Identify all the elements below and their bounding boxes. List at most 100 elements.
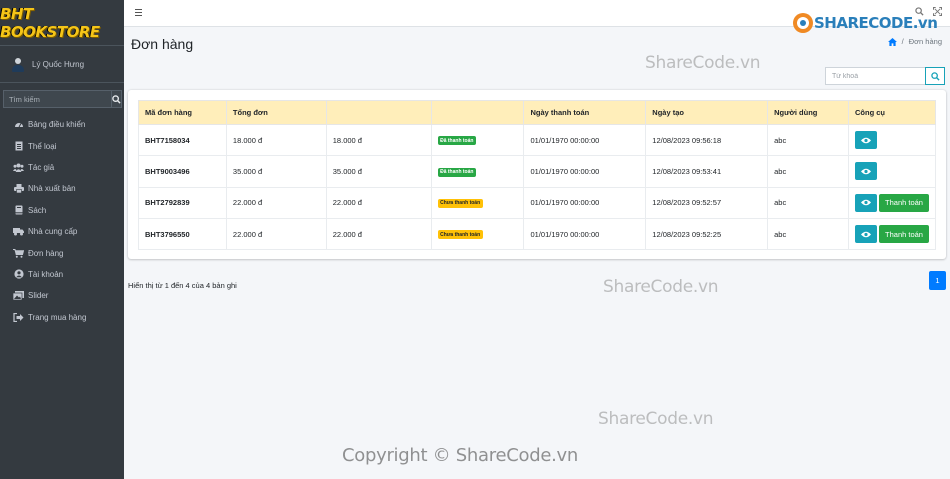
order-total: 18.000 đ (225, 123, 327, 157)
page-title: Đơn hàng (131, 36, 194, 52)
column-header[interactable] (325, 100, 432, 125)
order-total: 22.000 đ (225, 186, 327, 219)
watermark-logo: SHARECODE.vn (792, 12, 938, 34)
truck-icon (13, 227, 24, 237)
sidebar-item-label: Đơn hàng (28, 248, 64, 258)
search-input[interactable] (825, 67, 925, 85)
order-code: BHT7158034 (138, 123, 227, 157)
order-pay-date: 01/01/1970 00:00:00 (523, 123, 647, 157)
file-icon (13, 141, 24, 151)
order-code: BHT3796550 (138, 217, 227, 251)
table-header-row: Mã đơn hàng Tổng đơn Ngày thanh toán Ngà… (138, 100, 936, 125)
search-button[interactable] (925, 67, 945, 85)
brand[interactable]: BHT BOOKSTORE (0, 0, 124, 46)
sidebar-item-publishers[interactable]: Nhà xuất bản (0, 178, 124, 199)
sidebar-search-input[interactable] (3, 90, 111, 108)
sidebar-search (3, 90, 122, 108)
column-header[interactable]: Ngày tạo (645, 100, 769, 125)
sign-out-icon (13, 312, 24, 322)
sidebar: BHT BOOKSTORE Lý Quốc Hưng Bảng điều khi… (0, 0, 124, 479)
images-icon (13, 291, 24, 301)
view-button[interactable] (855, 225, 878, 244)
search-icon (112, 94, 121, 104)
order-pay-date: 01/01/1970 00:00:00 (523, 217, 647, 251)
order-created-date: 12/08/2023 09:52:57 (645, 186, 769, 219)
users-icon (13, 162, 24, 172)
sidebar-item-label: Tài khoản (28, 269, 64, 279)
watermark-text: ShareCode.vn (603, 277, 719, 297)
avatar (12, 57, 24, 72)
order-total: 22.000 đ (225, 217, 327, 251)
column-header: Công cụ (848, 100, 936, 125)
order-status: Chưa thanh toán (430, 217, 525, 251)
sharecode-logo-icon (793, 13, 813, 33)
sidebar-item-label: Thể loại (28, 141, 57, 151)
sidebar-search-button[interactable] (111, 90, 122, 108)
status-badge: Đã thanh toán (437, 136, 476, 146)
eye-icon (861, 231, 872, 237)
user-panel[interactable]: Lý Quốc Hưng (0, 47, 124, 83)
table-row: BHT9003496 35.000 đ 35.000 đ Đã thanh toán 0… (138, 155, 936, 188)
order-user: abc (767, 123, 850, 157)
brand-logo[interactable]: BHT BOOKSTORE (0, 5, 124, 41)
orders-card: Mã đơn hàng Tổng đơn Ngày thanh toán Ngà… (128, 90, 946, 259)
watermark-copyright: Copyright © ShareCode.vn (342, 445, 579, 466)
table-row: BHT7158034 18.000 đ 18.000 đ Đã thanh toán 0… (138, 123, 936, 157)
pay-button[interactable]: Thanh toán (879, 193, 929, 212)
table-row: BHT3796550 22.000 đ 22.000 đ Chưa thanh toá… (138, 217, 936, 251)
sidebar-item-shop[interactable]: Trang mua hàng (0, 307, 124, 328)
eye-icon (861, 199, 872, 206)
eye-icon (861, 168, 872, 175)
pay-button[interactable]: Thanh toán (879, 225, 929, 244)
sidebar-nav: Bảng điều khiển Thể loại Tác giả Nhà xuấ… (0, 114, 124, 328)
column-header[interactable]: Mã đơn hàng (138, 100, 227, 125)
watermark-text: ShareCode.vn (645, 53, 761, 73)
status-badge: Đã thanh toán (437, 167, 476, 177)
order-pay-date: 01/01/1970 00:00:00 (523, 155, 647, 188)
order-paid-amount: 22.000 đ (325, 217, 432, 251)
sidebar-item-label: Sách (28, 205, 47, 215)
book-icon (13, 205, 24, 215)
column-header[interactable]: Ngày thanh toán (523, 100, 647, 125)
sidebar-item-books[interactable]: Sách (0, 200, 124, 221)
column-header[interactable] (430, 100, 525, 125)
breadcrumb-current: Đơn hàng (908, 37, 942, 46)
sidebar-item-suppliers[interactable]: Nhà cung cấp (0, 221, 124, 242)
sidebar-item-authors[interactable]: Tác giả (0, 157, 124, 178)
user-name[interactable]: Lý Quốc Hưng (32, 60, 84, 69)
user-circle-icon (13, 269, 24, 280)
order-tools (848, 123, 936, 157)
breadcrumb: / Đơn hàng (887, 37, 942, 46)
order-user: abc (767, 155, 850, 188)
watermark-logo-text: SHARECODE.vn (814, 14, 938, 32)
sidebar-item-label: Trang mua hàng (28, 312, 87, 322)
menu-toggle-icon[interactable] (135, 9, 142, 17)
order-code: BHT9003496 (138, 155, 227, 188)
view-button[interactable] (855, 131, 878, 150)
view-button[interactable] (855, 162, 878, 181)
order-created-date: 12/08/2023 09:56:18 (645, 123, 769, 157)
column-header[interactable]: Tổng đơn (225, 100, 327, 125)
search-form (825, 67, 945, 85)
sidebar-item-accounts[interactable]: Tài khoản (0, 264, 124, 285)
order-total: 35.000 đ (225, 155, 327, 188)
sidebar-item-dashboard[interactable]: Bảng điều khiển (0, 114, 124, 135)
sidebar-item-orders[interactable]: Đơn hàng (0, 242, 124, 263)
column-header[interactable]: Người dùng (767, 100, 850, 125)
sidebar-item-label: Nhà xuất bản (28, 184, 76, 194)
view-button[interactable] (855, 193, 878, 212)
pagination-page-1[interactable]: 1 (929, 271, 946, 290)
order-tools (848, 155, 936, 188)
home-icon[interactable] (887, 37, 897, 46)
breadcrumb-separator: / (901, 37, 904, 46)
order-tools: Thanh toán (848, 186, 936, 219)
status-badge: Chưa thanh toán (437, 198, 483, 208)
sidebar-item-slider[interactable]: Slider (0, 285, 124, 306)
eye-icon (861, 137, 872, 143)
search-icon (930, 71, 940, 81)
order-paid-amount: 22.000 đ (325, 186, 432, 219)
table-body: BHT7158034 18.000 đ 18.000 đ Đã thanh toán 0… (138, 123, 936, 251)
order-pay-date: 01/01/1970 00:00:00 (523, 186, 647, 219)
sidebar-item-categories[interactable]: Thể loại (0, 135, 124, 156)
pagination-info: Hiển thị từ 1 đến 4 của 4 bản ghi (128, 281, 237, 290)
